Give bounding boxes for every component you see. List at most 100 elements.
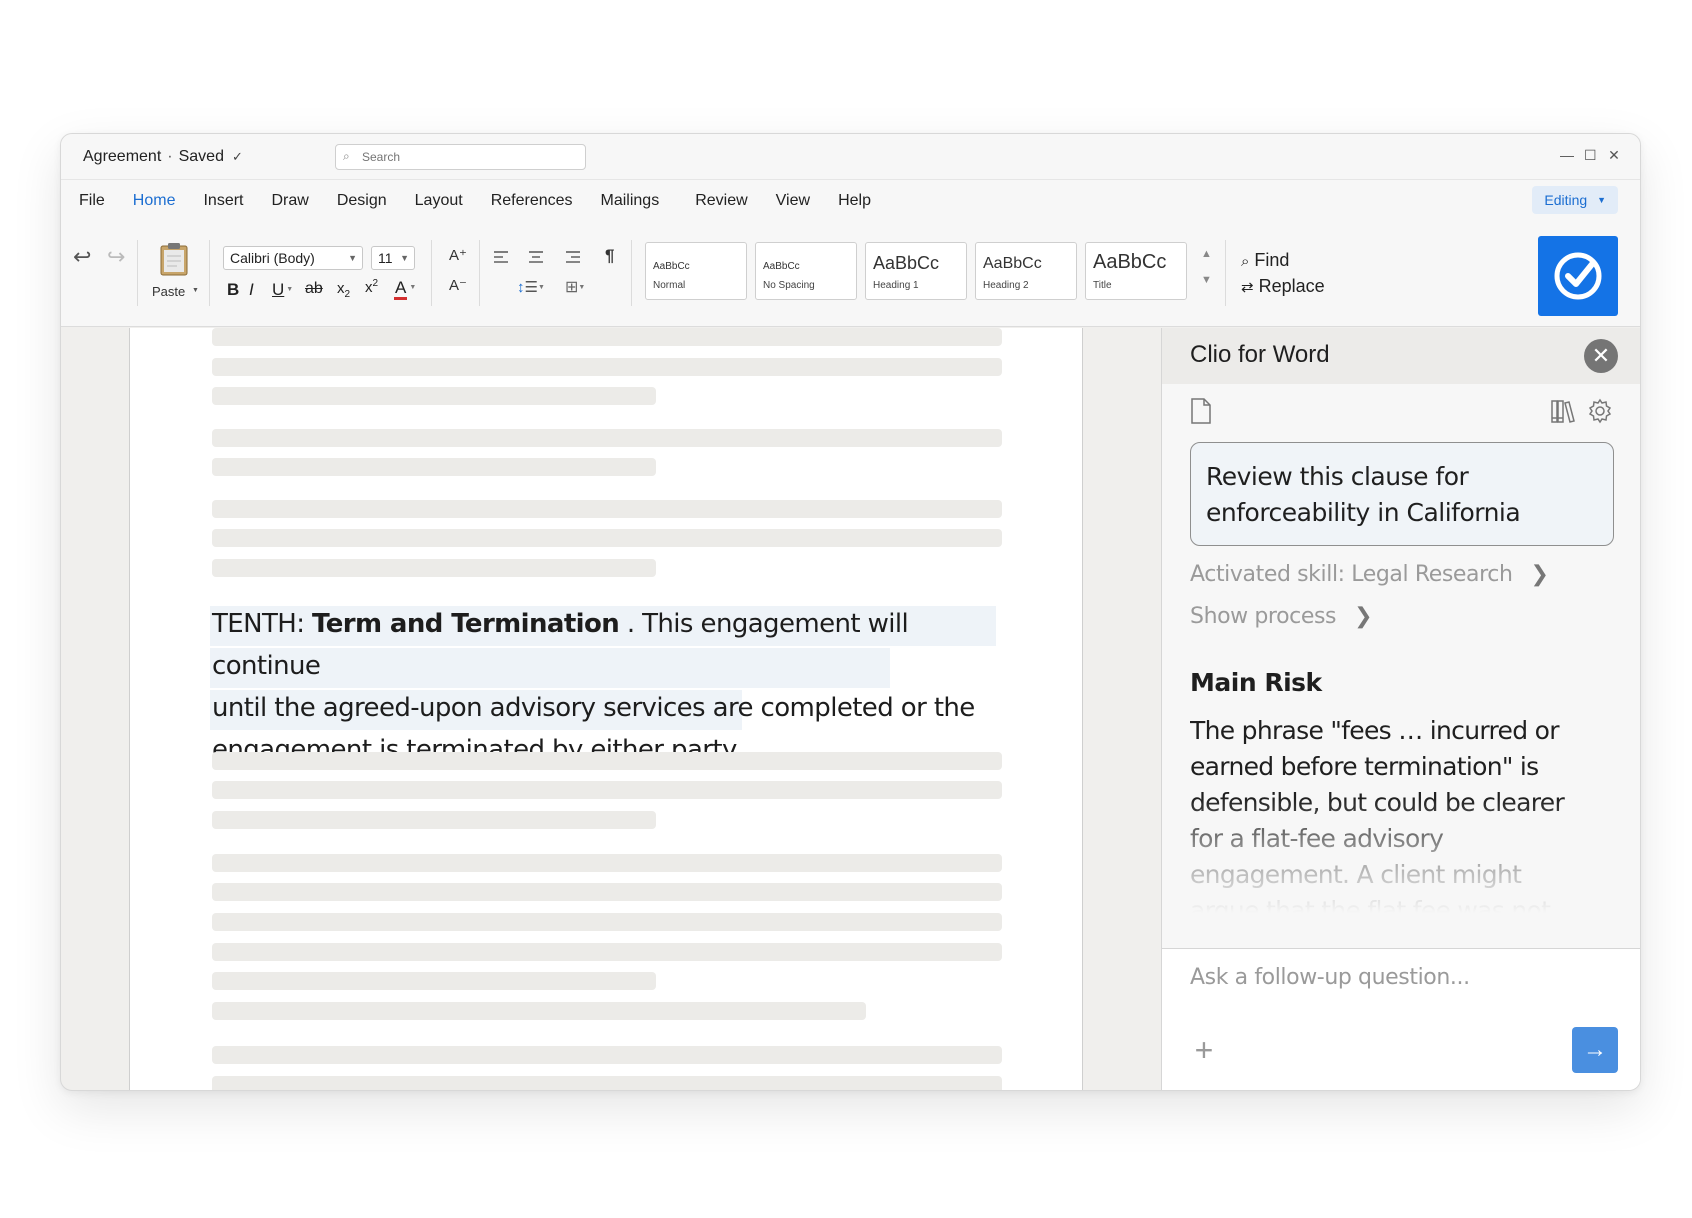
styles-scroll-up-icon[interactable]: ▲	[1201, 248, 1212, 260]
text-placeholder-line	[212, 943, 1002, 961]
show-process-link[interactable]: Show process ❯	[1190, 604, 1373, 629]
replace-button[interactable]: ⇄ Replace	[1241, 276, 1325, 297]
text-placeholder-line	[212, 458, 656, 476]
clause-line-2: until the agreed-upon advisory services …	[212, 693, 975, 723]
superscript-button[interactable]: x2	[365, 278, 378, 296]
shrink-font-button[interactable]: A⁻	[449, 276, 467, 294]
editing-mode-button[interactable]: Editing ▼	[1532, 186, 1618, 214]
align-center-icon[interactable]	[528, 250, 544, 264]
redo-icon[interactable]: ↪	[107, 244, 125, 270]
main-risk-heading: Main Risk	[1190, 668, 1322, 697]
align-right-icon[interactable]	[565, 250, 581, 264]
style-normal[interactable]: AaBbCc Normal	[645, 242, 747, 300]
document-icon[interactable]	[1190, 398, 1212, 424]
tab-home[interactable]: Home	[133, 192, 176, 210]
ribbon: ↩ ↪ Paste ▼ Calibri (Body) ▼ 11 ▼ B I U ▼…	[61, 222, 1640, 327]
style-sample: AaBbCc	[983, 255, 1042, 272]
clio-button[interactable]	[1538, 236, 1618, 316]
style-no-spacing[interactable]: AaBbCc No Spacing	[755, 242, 857, 300]
tab-insert[interactable]: Insert	[203, 192, 243, 210]
replace-label: Replace	[1258, 276, 1325, 296]
close-panel-button[interactable]: ✕	[1584, 339, 1618, 373]
ribbon-separator	[631, 240, 632, 306]
ribbon-separator	[431, 240, 432, 306]
text-placeholder-line	[212, 358, 1002, 376]
close-window-icon[interactable]: ✕	[1608, 145, 1620, 165]
close-icon: ✕	[1591, 343, 1611, 368]
tab-design[interactable]: Design	[337, 192, 387, 210]
paste-button[interactable]: Paste ▼	[149, 242, 199, 302]
library-icon[interactable]	[1550, 398, 1576, 424]
italic-button[interactable]: I	[249, 280, 254, 300]
style-name: No Spacing	[763, 280, 815, 291]
panel-header: Clio for Word ✕	[1162, 328, 1640, 384]
arrow-right-icon: →	[1583, 1036, 1607, 1063]
tab-references[interactable]: References	[491, 192, 573, 210]
followup-input[interactable]	[1190, 961, 1610, 993]
style-name: Title	[1093, 280, 1112, 291]
tab-review[interactable]: Review	[695, 192, 747, 210]
find-button[interactable]: ⌕ Find	[1241, 250, 1289, 271]
clause-text[interactable]: TENTH: Term and Termination . This engag…	[212, 603, 1002, 771]
style-sample: AaBbCc	[763, 261, 800, 272]
line-spacing-icon[interactable]: ↕☰▼	[517, 278, 545, 296]
chevron-right-icon: ❯	[1530, 562, 1549, 587]
text-placeholder-line	[212, 1002, 866, 1020]
text-placeholder-line	[212, 972, 656, 990]
pilcrow-button[interactable]: ¶	[605, 246, 614, 266]
tab-help[interactable]: Help	[838, 192, 871, 210]
chevron-down-icon: ▼	[409, 284, 417, 291]
bold-button[interactable]: B	[227, 280, 239, 300]
text-placeholder-line	[212, 913, 1002, 931]
text-placeholder-line	[212, 752, 1002, 770]
activated-skill-label: Activated skill: Legal Research	[1190, 562, 1513, 587]
minimize-icon[interactable]: —	[1560, 145, 1574, 165]
find-label: Find	[1254, 250, 1290, 270]
styles-scroll-down-icon[interactable]: ▼	[1201, 274, 1212, 286]
ribbon-separator	[137, 240, 138, 306]
subscript-button[interactable]: x2	[337, 280, 350, 300]
menu-tabs: File Home Insert Draw Design Layout Refe…	[79, 192, 899, 210]
ribbon-separator	[1225, 240, 1226, 306]
style-heading-2[interactable]: AaBbCc Heading 2	[975, 242, 1077, 300]
maximize-icon[interactable]: ☐	[1584, 145, 1597, 165]
text-placeholder-line	[212, 387, 656, 405]
font-color-button[interactable]: A ▼	[394, 278, 417, 300]
font-size-value: 11	[378, 250, 393, 266]
chevron-down-icon: ▼	[400, 253, 409, 263]
style-title[interactable]: AaBbCc Title	[1085, 242, 1187, 300]
font-name-select[interactable]: Calibri (Body) ▼	[223, 246, 363, 270]
title-bar: Agreement · Saved ✓ ⌕ — ☐ ✕	[61, 134, 1640, 180]
tab-view[interactable]: View	[776, 192, 810, 210]
font-size-select[interactable]: 11 ▼	[371, 246, 415, 270]
text-placeholder-line	[212, 328, 1002, 346]
gear-icon[interactable]	[1587, 398, 1613, 424]
save-status: Saved	[178, 148, 224, 165]
strikethrough-button[interactable]: ab	[305, 280, 323, 298]
style-heading-1[interactable]: AaBbCc Heading 1	[865, 242, 967, 300]
search-input[interactable]	[362, 148, 577, 166]
align-left-icon[interactable]	[493, 250, 509, 264]
font-name-value: Calibri (Body)	[230, 250, 315, 266]
paste-label: Paste	[152, 284, 186, 299]
activated-skill-link[interactable]: Activated skill: Legal Research ❯	[1190, 562, 1549, 587]
document-page[interactable]: TENTH: Term and Termination . This engag…	[129, 328, 1083, 1090]
grow-font-button[interactable]: A⁺	[449, 246, 467, 264]
clause-prefix: TENTH:	[212, 609, 313, 639]
add-attachment-button[interactable]: +	[1190, 1034, 1218, 1066]
paste-dropdown-icon: ▼	[192, 287, 199, 294]
tab-file[interactable]: File	[79, 192, 105, 210]
borders-icon[interactable]: ⊞▼	[565, 277, 585, 297]
undo-icon[interactable]: ↩	[73, 244, 91, 270]
tab-layout[interactable]: Layout	[415, 192, 463, 210]
tab-mailings[interactable]: Mailings	[601, 192, 660, 210]
tab-draw[interactable]: Draw	[271, 192, 308, 210]
search-box[interactable]: ⌕	[335, 144, 586, 170]
text-placeholder-line	[212, 559, 656, 577]
document-name: Agreement	[83, 148, 162, 165]
underline-button[interactable]: U ▼	[272, 280, 293, 300]
underline-label: U	[272, 280, 285, 299]
send-button[interactable]: →	[1572, 1027, 1618, 1073]
find-icon: ⌕	[1241, 253, 1250, 270]
style-name: Heading 2	[983, 280, 1029, 291]
